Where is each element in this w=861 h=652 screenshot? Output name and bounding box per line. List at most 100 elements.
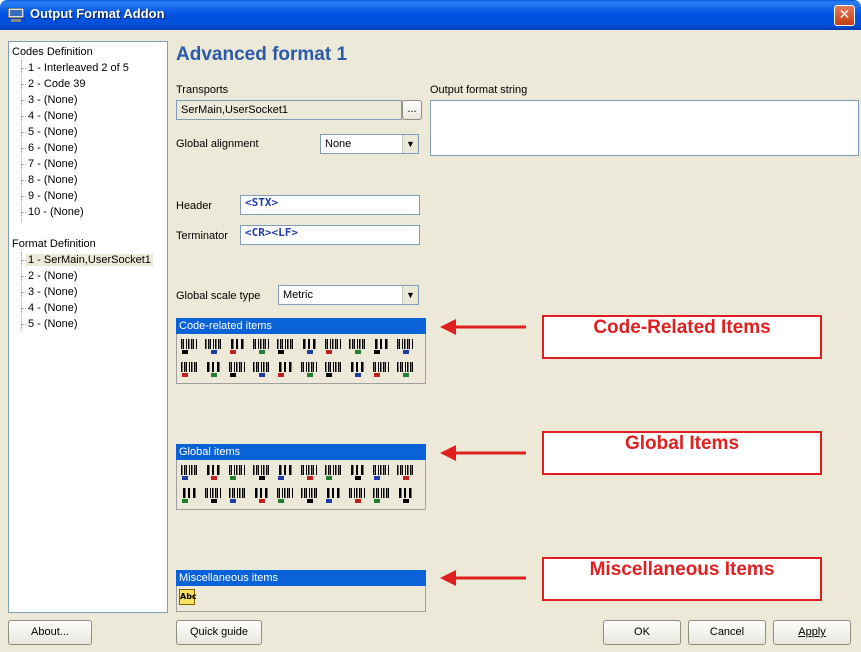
close-button[interactable]: ✕	[834, 5, 855, 26]
app-icon	[8, 8, 24, 22]
code-item-icon[interactable]	[276, 337, 294, 355]
code-item-icon[interactable]	[324, 360, 342, 378]
tree-node-label: 4 - (None)	[28, 110, 78, 122]
chevron-down-icon[interactable]: ▼	[402, 286, 418, 304]
global-item-icon[interactable]	[276, 463, 294, 481]
tree-node-format-definition[interactable]: Format Definition	[10, 236, 98, 252]
global-item-icon[interactable]	[252, 486, 270, 504]
global-item-icon[interactable]	[324, 486, 342, 504]
code-item-icon[interactable]	[396, 360, 414, 378]
codes-list-item[interactable]: 4 - (None)	[26, 108, 80, 124]
callout-code-related-items: Code-Related Items	[542, 315, 822, 359]
code-item-icon[interactable]	[180, 360, 198, 378]
tree-connector	[21, 252, 22, 330]
global-item-icon[interactable]	[228, 486, 246, 504]
abc-text-item-icon[interactable]: Abc	[179, 589, 197, 605]
codes-list-item[interactable]: 5 - (None)	[26, 124, 80, 140]
global-item-icon[interactable]	[324, 463, 342, 481]
code-item-icon[interactable]	[396, 337, 414, 355]
header-field[interactable]: <STX>	[240, 195, 420, 215]
global-item-icon[interactable]	[300, 463, 318, 481]
global-item-icon[interactable]	[204, 486, 222, 504]
global-item-icon[interactable]	[276, 486, 294, 504]
ok-button[interactable]: OK	[603, 620, 681, 645]
callout-miscellaneous-items: Miscellaneous Items	[542, 557, 822, 601]
global-item-icon[interactable]	[252, 463, 270, 481]
output-format-field[interactable]	[430, 100, 859, 156]
cancel-button[interactable]: Cancel	[688, 620, 766, 645]
tree-node-label: 7 - (None)	[28, 158, 78, 170]
global-item-icon[interactable]	[372, 463, 390, 481]
terminator-label: Terminator	[176, 230, 228, 242]
page-title: Advanced format 1	[176, 44, 348, 65]
code-related-items-header: Code-related items	[176, 318, 426, 334]
global-item-icon[interactable]	[204, 463, 222, 481]
tree-node-label: 1 - Interleaved 2 of 5	[28, 62, 129, 74]
code-item-icon[interactable]	[372, 337, 390, 355]
formats-list-item[interactable]: 2 - (None)	[26, 268, 80, 284]
code-item-icon[interactable]	[180, 337, 198, 355]
global-item-icon[interactable]	[180, 463, 198, 481]
code-item-icon[interactable]	[252, 337, 270, 355]
codes-list-item[interactable]: 6 - (None)	[26, 140, 80, 156]
global-item-icon[interactable]	[348, 463, 366, 481]
code-item-icon[interactable]	[204, 337, 222, 355]
dialog-client: Codes Definition 1 - Interleaved 2 of 5 2…	[0, 30, 861, 652]
codes-list-item[interactable]: 9 - (None)	[26, 188, 80, 204]
global-item-icon[interactable]	[396, 463, 414, 481]
global-alignment-label: Global alignment	[176, 138, 259, 150]
codes-list-item[interactable]: 10 - (None)	[26, 204, 86, 220]
global-scale-select[interactable]: Metric ▼	[278, 285, 419, 305]
code-item-icon[interactable]	[324, 337, 342, 355]
global-scale-value: Metric	[283, 289, 313, 301]
tree-node-codes-definition[interactable]: Codes Definition	[10, 44, 95, 60]
global-item-icon[interactable]	[372, 486, 390, 504]
codes-list-item[interactable]: 3 - (None)	[26, 92, 80, 108]
codes-list-item[interactable]: 2 - Code 39	[26, 76, 87, 92]
tree-node-label: 3 - (None)	[28, 286, 78, 298]
codes-list-item[interactable]: 8 - (None)	[26, 172, 80, 188]
miscellaneous-items-header: Miscellaneous items	[176, 570, 426, 586]
about-button[interactable]: About...	[8, 620, 92, 645]
tree-node-label: Format Definition	[12, 238, 96, 250]
codes-list-item[interactable]: 1 - Interleaved 2 of 5	[26, 60, 131, 76]
formats-list-item[interactable]: 3 - (None)	[26, 284, 80, 300]
tree-node-label: 8 - (None)	[28, 174, 78, 186]
code-item-icon[interactable]	[348, 360, 366, 378]
code-item-icon[interactable]	[300, 337, 318, 355]
tree-node-label: 1 - SerMain,UserSocket1	[26, 254, 153, 266]
terminator-field[interactable]: <CR><LF>	[240, 225, 420, 245]
close-icon: ✕	[838, 7, 851, 23]
code-item-icon[interactable]	[276, 360, 294, 378]
miscellaneous-items-toolbar: Abc	[176, 586, 426, 612]
global-item-icon[interactable]	[396, 486, 414, 504]
definitions-tree[interactable]: Codes Definition 1 - Interleaved 2 of 5 2…	[8, 41, 168, 613]
global-item-icon[interactable]	[180, 486, 198, 504]
tree-node-label: 2 - (None)	[28, 270, 78, 282]
global-scale-label: Global scale type	[176, 290, 261, 302]
transports-browse-button[interactable]: ...	[402, 100, 422, 120]
global-item-icon[interactable]	[300, 486, 318, 504]
code-item-icon[interactable]	[252, 360, 270, 378]
apply-label: Apply	[798, 626, 826, 638]
code-item-icon[interactable]	[300, 360, 318, 378]
tree-node-label: 2 - Code 39	[28, 78, 86, 90]
formats-list-item[interactable]: 1 - SerMain,UserSocket1	[26, 252, 153, 268]
apply-button[interactable]: Apply	[773, 620, 851, 645]
code-item-icon[interactable]	[228, 360, 246, 378]
transports-field[interactable]: SerMain,UserSocket1	[176, 100, 402, 120]
code-item-icon[interactable]	[372, 360, 390, 378]
quick-guide-button[interactable]: Quick guide	[176, 620, 262, 645]
arrow-left-icon	[440, 570, 526, 586]
formats-list-item[interactable]: 5 - (None)	[26, 316, 80, 332]
codes-list-item[interactable]: 7 - (None)	[26, 156, 80, 172]
formats-list-item[interactable]: 4 - (None)	[26, 300, 80, 316]
code-item-icon[interactable]	[228, 337, 246, 355]
tree-node-label: Codes Definition	[12, 46, 93, 58]
global-item-icon[interactable]	[348, 486, 366, 504]
global-item-icon[interactable]	[228, 463, 246, 481]
code-item-icon[interactable]	[204, 360, 222, 378]
code-item-icon[interactable]	[348, 337, 366, 355]
global-alignment-select[interactable]: None ▼	[320, 134, 419, 154]
chevron-down-icon[interactable]: ▼	[402, 135, 418, 153]
